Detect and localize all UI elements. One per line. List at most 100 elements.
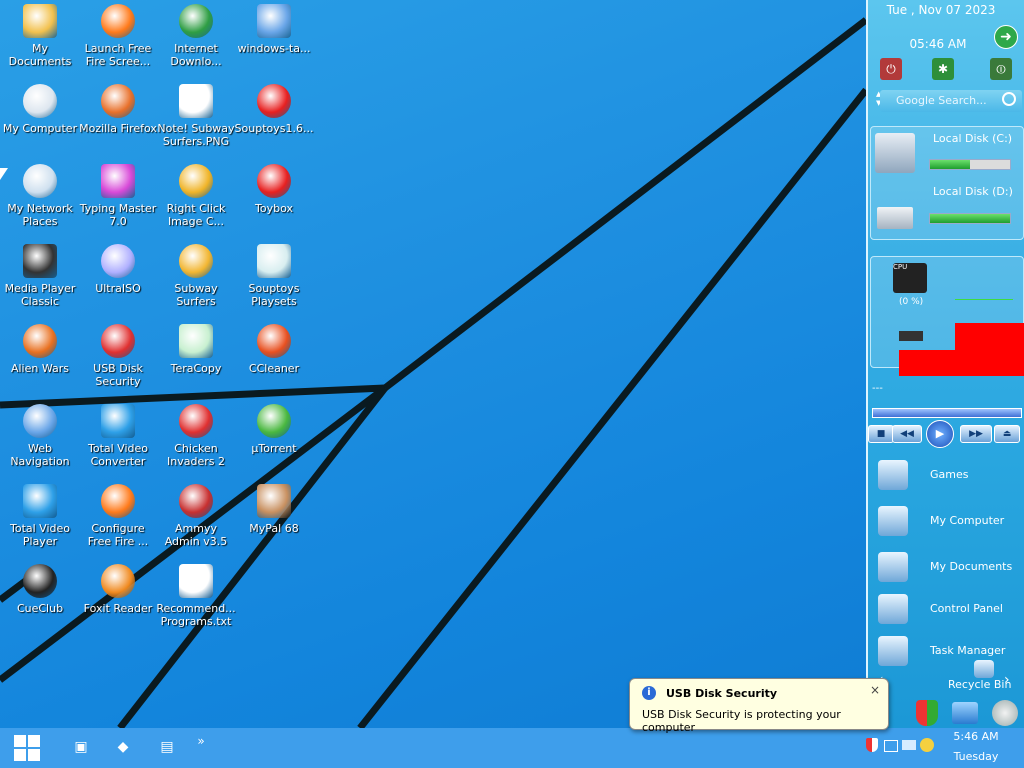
tray-time[interactable]: 5:46 AM [946, 730, 1006, 743]
desktop-icon[interactable]: Right Click Image C... [156, 164, 236, 244]
stop-icon[interactable]: ■ [868, 425, 894, 443]
close-icon[interactable]: × [870, 683, 880, 697]
desktop-icon[interactable]: Web Navigation [0, 404, 80, 484]
chevron-right-icon[interactable]: › [1004, 672, 1010, 688]
red-block-bottom [899, 350, 1024, 376]
desktop-icon[interactable]: Media Player Classic [0, 244, 80, 324]
desktop-icon[interactable]: TeraCopy [156, 324, 236, 404]
shield-icon[interactable] [916, 700, 938, 726]
speaker-icon[interactable] [992, 700, 1018, 726]
notification-balloon[interactable]: i USB Disk Security USB Disk Security is… [629, 678, 889, 734]
tray-day[interactable]: Tuesday [946, 750, 1006, 763]
desktop-icon[interactable]: MyPal 68 [234, 484, 314, 564]
cpu-label: CPU [893, 263, 908, 271]
desktop-icon[interactable]: Subway Surfers [156, 244, 236, 324]
foxit-icon [101, 564, 135, 598]
fire-icon [101, 4, 135, 38]
sidebar-menu-label: Task Manager [930, 644, 1006, 657]
desktop-icon-label: Right Click Image C... [166, 202, 226, 228]
chicken-icon [179, 404, 213, 438]
desktop-icon[interactable]: windows-ta... [234, 4, 314, 84]
desktop-icon[interactable]: Ammyy Admin v3.5 [156, 484, 236, 564]
desktop-icon[interactable]: Chicken Invaders 2 [156, 404, 236, 484]
desktop-icon[interactable]: Configure Free Fire ... [78, 484, 158, 564]
disk-d-label: Local Disk (D:) [933, 185, 1013, 198]
desktop-icon-label: Souptoys1.6... [234, 122, 314, 135]
alien-wars-icon [23, 324, 57, 358]
desktop-icon[interactable]: Mozilla Firefox [78, 84, 158, 164]
play-icon[interactable]: ▶ [926, 420, 954, 448]
disk-gadget: Local Disk (C:) Local Disk (D:) [870, 126, 1024, 240]
display-tray-icon[interactable] [902, 740, 916, 750]
desktop-icon-label: Configure Free Fire ... [87, 522, 149, 548]
desktop-icon[interactable]: Souptoys1.6... [234, 84, 314, 164]
info-icon: i [642, 686, 656, 700]
eject-icon[interactable]: ⏏ [994, 425, 1020, 443]
desktop-icon[interactable]: Typing Master 7.0 [78, 164, 158, 244]
desktop-icon[interactable]: My Network Places [0, 164, 80, 244]
desktop-icon[interactable]: µTorrent [234, 404, 314, 484]
desktop-icon[interactable]: Launch Free Fire Scree... [78, 4, 158, 84]
globe-icon [23, 404, 57, 438]
disk-c-label: Local Disk (C:) [933, 132, 1013, 145]
desktop-icon[interactable]: Foxit Reader [78, 564, 158, 644]
subway-surfers-icon [179, 244, 213, 278]
desktop-icon[interactable]: My Documents [0, 4, 80, 84]
player-title: --- [872, 383, 883, 394]
desktop-icon[interactable]: Note! Subway Surfers.PNG [156, 84, 236, 164]
search-icon[interactable] [1002, 92, 1016, 106]
quicklaunch-overflow[interactable]: » [190, 730, 212, 752]
desktop-icon-label: Mozilla Firefox [79, 122, 157, 135]
shutdown-icon[interactable]: ⏼ [990, 58, 1012, 80]
disk-d-usage [929, 213, 1011, 224]
desktop-icon[interactable]: Recommend... Programs.txt [156, 564, 236, 644]
sidebar-menu-item[interactable]: Games [878, 456, 1018, 496]
desktop-icon[interactable]: Alien Wars [0, 324, 80, 404]
video-converter-icon [101, 404, 135, 438]
desktop-icon[interactable]: USB Disk Security [78, 324, 158, 404]
show-desktop-icon[interactable]: ▣ [70, 736, 92, 758]
desktop-icon[interactable]: Total Video Player [0, 484, 80, 564]
rewind-icon[interactable]: ◀◀ [892, 425, 922, 443]
sidebar-menu-item[interactable]: Control Panel [878, 590, 1018, 630]
search-input[interactable]: Google Search... [880, 90, 1022, 112]
network-icon[interactable] [952, 702, 978, 724]
games-folder-icon [878, 460, 908, 490]
desktop-icon[interactable]: My Computer [0, 84, 80, 164]
disk-c-usage [929, 159, 1011, 170]
mpc-quicklaunch-icon[interactable]: ▤ [156, 736, 178, 758]
desktop-icon-label: Note! Subway Surfers.PNG [157, 122, 235, 148]
desktop-icon[interactable]: Toybox [234, 164, 314, 244]
desktop-icon-label: UltraISO [95, 282, 141, 295]
desktop-icon[interactable]: CueClub [0, 564, 80, 644]
usb-security-tray-icon[interactable] [866, 738, 878, 752]
start-button[interactable] [14, 735, 42, 761]
sidebar-menu-item[interactable]: My Computer [878, 502, 1018, 542]
mypal-quicklaunch-icon[interactable]: ◆ [112, 736, 134, 758]
video-player-icon [23, 484, 57, 518]
sidebar-menu-item[interactable]: My Documents [878, 548, 1018, 588]
text-file-icon [179, 564, 213, 598]
recycle-bin-icon [974, 660, 994, 678]
power-icon[interactable]: ⏻ [880, 58, 902, 80]
sidebar-menu-item[interactable]: Recycle Bin [878, 660, 1018, 700]
desktop-icon[interactable]: Total Video Converter [78, 404, 158, 484]
desktop-icon-label: Media Player Classic [4, 282, 76, 308]
mypal-icon [257, 484, 291, 518]
network-places-icon [23, 164, 57, 198]
restart-icon[interactable]: ✱ [932, 58, 954, 80]
arrow-right-icon[interactable]: ➜ [994, 25, 1018, 49]
desktop-icon[interactable]: Internet Downlo... [156, 4, 236, 84]
sidebar-date: Tue , Nov 07 2023 [886, 3, 996, 17]
balloon-message: USB Disk Security is protecting your com… [642, 708, 841, 734]
desktop-icon[interactable]: UltraISO [78, 244, 158, 324]
cueclub-icon [23, 564, 57, 598]
desktop-icon[interactable]: Souptoys Playsets [234, 244, 314, 324]
desktop-icon[interactable]: CCleaner [234, 324, 314, 404]
network-tray-icon[interactable] [884, 740, 898, 752]
souptoys-icon [257, 84, 291, 118]
smiley-tray-icon[interactable] [920, 738, 934, 752]
teracopy-icon [179, 324, 213, 358]
fast-forward-icon[interactable]: ▶▶ [960, 425, 992, 443]
player-seek-bar[interactable] [872, 408, 1022, 418]
